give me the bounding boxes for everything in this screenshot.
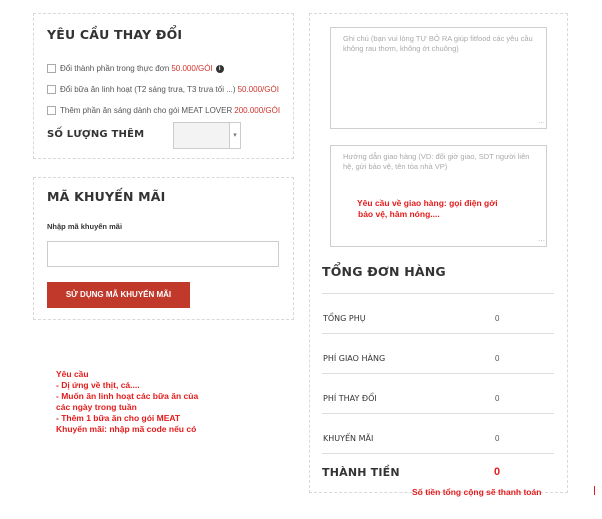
promo-code-input[interactable] [47,241,279,267]
summary-row-shipping: PHÍ GIAO HÀNG 0 [322,333,554,374]
summary-label: KHUYẾN MÃI [323,434,374,443]
summary-label: PHÍ GIAO HÀNG [323,354,386,363]
summary-label: TỔNG PHỤ [323,314,366,323]
summary-value: 0 [495,314,500,323]
annotation-line: - Muốn ăn linh hoạt các bữa ăn của [56,391,199,401]
total-annotation: Số tiền tổng cộng sẽ thanh toán [412,487,542,497]
promo-input-label: Nhập mã khuyến mãi [47,222,123,231]
annotation-line: các ngày trong tuần [56,402,137,412]
annotation-line: - Thêm 1 bữa ăn cho gói MEAT [56,413,181,423]
info-icon[interactable]: i [215,64,224,73]
summary-value: 0 [495,354,500,363]
extra-quantity-select[interactable]: ▾ [173,122,241,149]
note-placeholder: Ghi chú (bạn vui lòng TỰ BỎ RA giúp fitf… [343,34,533,53]
resize-handle-icon[interactable]: ⋯ [538,238,545,245]
checkbox[interactable] [47,64,56,73]
option-price: 50.000/GÓI [237,85,279,94]
summary-value: 0 [495,434,500,443]
option-change-ingredients[interactable]: Đổi thành phần trong thực đơn 50.000/GÓI… [47,64,224,73]
summary-row-subtotal: TỔNG PHỤ 0 [322,293,554,334]
total-value: 0 [494,466,501,478]
option-text: Thêm phần ăn sáng dành cho gói MEAT LOVE… [60,106,233,115]
total-label: THÀNH TIỀN [322,466,400,479]
option-text: Đổi thành phần trong thực đơn [60,64,170,73]
promo-title: MÃ KHUYẾN MÃI [47,189,166,204]
change-request-title: YÊU CẦU THAY ĐỔI [47,27,183,42]
extra-quantity-label: SỐ LƯỢNG THÊM [47,129,145,140]
delivery-textarea[interactable]: Hướng dẫn giao hàng (VD: đổi giờ giao, S… [330,145,547,247]
annotation-line: bảo vệ, hâm nóng.... [358,209,440,219]
option-flexible-meals[interactable]: Đổi bữa ăn linh hoạt (T2 sáng trưa, T3 t… [47,85,279,94]
requirements-annotation: Yêu cầu - Dị ứng về thịt, cá.... - Muốn … [56,369,198,435]
resize-handle-icon[interactable]: ⋯ [538,120,545,127]
summary-value: 0 [495,394,500,403]
cursor-mark [594,486,595,495]
checkbox[interactable] [47,106,56,115]
summary-label: PHÍ THAY ĐỔI [323,394,377,403]
checkbox[interactable] [47,85,56,94]
order-summary-title: TỔNG ĐƠN HÀNG [322,264,446,279]
chevron-down-icon: ▾ [229,123,240,148]
apply-promo-button[interactable]: SỬ DỤNG MÃ KHUYẾN MÃI [47,282,190,308]
option-price: 200.000/GÓI [234,106,281,115]
annotation-line: Yêu cầu về giao hàng: gọi điện gởi [357,198,498,208]
option-add-breakfast[interactable]: Thêm phần ăn sáng dành cho gói MEAT LOVE… [47,106,280,115]
delivery-annotation: Yêu cầu về giao hàng: gọi điện gởi bảo v… [357,198,498,220]
delivery-placeholder: Hướng dẫn giao hàng (VD: đổi giờ giao, S… [343,152,530,171]
annotation-line: Yêu cầu [56,369,89,379]
annotation-line: Khuyến mãi: nhập mã code nếu có [56,424,197,434]
option-price: 50.000/GÓI [171,64,213,73]
promo-panel: MÃ KHUYẾN MÃI Nhập mã khuyến mãi SỬ DỤNG… [33,177,294,320]
option-text: Đổi bữa ăn linh hoạt (T2 sáng trưa, T3 t… [60,85,236,94]
annotation-line: - Dị ứng về thịt, cá.... [56,380,140,390]
summary-row-change-fee: PHÍ THAY ĐỔI 0 [322,373,554,414]
note-textarea[interactable]: Ghi chú (bạn vui lòng TỰ BỎ RA giúp fitf… [330,27,547,129]
summary-row-discount: KHUYẾN MÃI 0 [322,413,554,454]
change-request-panel: YÊU CẦU THAY ĐỔI Đổi thành phần trong th… [33,13,294,159]
